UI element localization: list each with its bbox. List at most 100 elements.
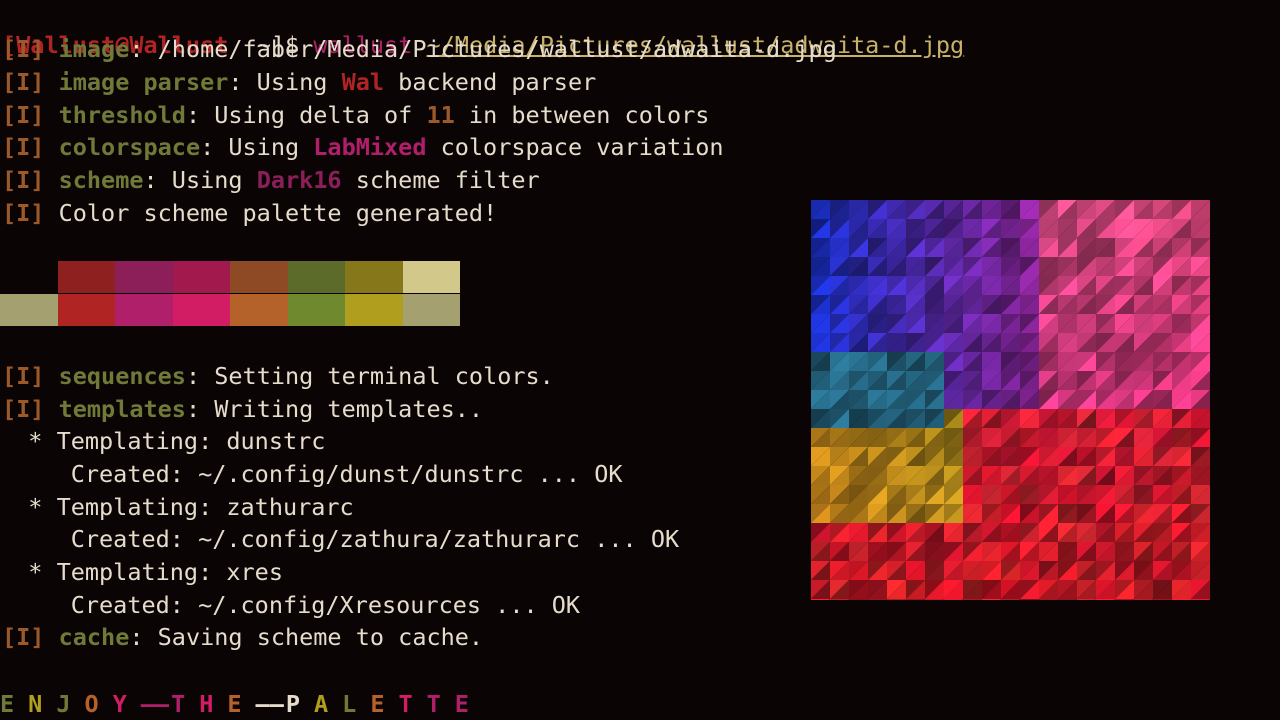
templating-zathurarc: * Templating: zathurarc	[0, 493, 354, 521]
log-line-templates: [I] templates: Writing templates..	[2, 395, 483, 423]
palette-swatch	[345, 261, 403, 293]
log-tag: [I]	[2, 623, 45, 651]
palette-swatch	[115, 261, 173, 293]
log-text: : Writing templates..	[185, 395, 484, 423]
banner-letter: E	[454, 690, 469, 718]
log-text: Color scheme palette generated!	[44, 199, 498, 227]
mosaic-tile	[925, 599, 944, 600]
log-text: : /home/faber/Media/Pictures/wallust/adw…	[129, 35, 837, 63]
log-text: : Saving scheme to cache.	[129, 623, 484, 651]
log-key: scheme	[58, 166, 144, 194]
mosaic-tile	[982, 599, 1001, 600]
palette-top-row	[0, 261, 460, 293]
mosaic-tile	[944, 599, 963, 600]
log-key: image	[58, 35, 130, 63]
log-line-generated: [I] Color scheme palette generated!	[2, 199, 497, 227]
banner-letter: ——	[255, 690, 284, 718]
log-tag: [I]	[2, 101, 45, 129]
palette-swatch	[57, 261, 115, 293]
wallpaper-preview-image	[811, 200, 1210, 600]
log-tag: [I]	[2, 133, 45, 161]
log-line-parser: [I] image parser: Using Wal backend pars…	[2, 68, 596, 96]
banner-letter: N	[28, 690, 43, 718]
mosaic-tile	[963, 599, 982, 600]
banner-letter: ——	[140, 690, 170, 718]
log-key: image parser	[58, 68, 229, 96]
mosaic-tile	[811, 599, 830, 600]
log-tag: [I]	[2, 395, 45, 423]
log-key: cache	[58, 623, 130, 651]
wallpaper-mosaic	[811, 200, 1210, 600]
banner-letter: O	[84, 690, 99, 718]
log-text: colorspace variation	[426, 133, 724, 161]
log-line-scheme: [I] scheme: Using Dark16 scheme filter	[2, 166, 540, 194]
log-highlight: 11	[426, 101, 455, 129]
mosaic-tile	[1039, 599, 1058, 600]
palette-swatch	[172, 294, 230, 326]
banner-letter: A	[314, 690, 329, 718]
mosaic-tile	[1134, 599, 1153, 600]
log-tag: [I]	[2, 166, 45, 194]
log-highlight: Dark16	[256, 166, 342, 194]
banner-letter: L	[342, 690, 357, 718]
palette-swatch	[115, 294, 173, 326]
palette-swatch	[287, 294, 345, 326]
templating-xres: * Templating: xres	[0, 558, 283, 586]
banner-letter: T	[171, 690, 186, 718]
palette-swatch	[230, 261, 288, 293]
palette-swatch	[230, 294, 288, 326]
log-tag: [I]	[2, 199, 45, 227]
log-tag: [I]	[2, 362, 45, 390]
banner-letter: J	[56, 690, 71, 718]
banner-letter: E	[0, 690, 15, 718]
palette-swatch	[402, 261, 460, 293]
log-text: in between colors	[454, 101, 710, 129]
log-text: : Setting terminal colors.	[185, 362, 554, 390]
mosaic-tile	[887, 599, 906, 600]
command-prompt-line[interactable]: [Wallust@Wallust ~]$ wallust ~/Media/Pic…	[2, 3, 964, 59]
banner-letter: Y	[112, 690, 127, 718]
log-key: threshold	[58, 101, 186, 129]
log-key: sequences	[58, 362, 186, 390]
log-tag: [I]	[2, 35, 45, 63]
palette-bottom-row	[0, 294, 460, 326]
mosaic-tile	[1191, 599, 1210, 600]
mosaic-tile	[1115, 599, 1134, 600]
mosaic-tile	[849, 599, 868, 600]
mosaic-tile	[906, 599, 925, 600]
banner-letter: P	[285, 690, 300, 718]
log-text: backend parser	[384, 68, 597, 96]
color-palette	[0, 261, 460, 326]
log-text: scheme filter	[341, 166, 540, 194]
log-text: : Using	[143, 166, 257, 194]
palette-swatch	[57, 294, 115, 326]
log-key: templates	[58, 395, 186, 423]
palette-swatch	[345, 294, 403, 326]
terminal-window[interactable]: { "prompt": { "bracket_open": "[", "user…	[0, 0, 1280, 720]
banner-letter: T	[398, 690, 413, 718]
created-zathurarc: Created: ~/.config/zathura/zathurarc ...…	[0, 525, 680, 553]
mosaic-tile	[1172, 599, 1191, 600]
banner-letter: T	[426, 690, 441, 718]
log-line-cache: [I] cache: Saving scheme to cache.	[2, 623, 483, 651]
palette-swatch	[402, 294, 460, 326]
palette-swatch	[0, 261, 58, 293]
mosaic-tile	[1020, 599, 1039, 600]
mosaic-tile	[1096, 599, 1115, 600]
log-text: : Using	[228, 68, 342, 96]
log-line-sequences: [I] sequences: Setting terminal colors.	[2, 362, 554, 390]
enjoy-the-palette-banner: E N J O Y ——T H E ——P A L E T T E	[0, 690, 483, 718]
banner-letter: H	[199, 690, 214, 718]
log-text: : Using delta of	[185, 101, 427, 129]
templating-dunstrc: * Templating: dunstrc	[0, 427, 326, 455]
mosaic-tile	[868, 599, 887, 600]
log-key: colorspace	[58, 133, 201, 161]
palette-swatch	[172, 261, 230, 293]
palette-swatch	[287, 261, 345, 293]
banner-letter: E	[227, 690, 242, 718]
mosaic-tile	[1077, 599, 1096, 600]
log-line-threshold: [I] threshold: Using delta of 11 in betw…	[2, 101, 709, 129]
log-line-image: [I] image: /home/faber/Media/Pictures/wa…	[2, 35, 837, 63]
mosaic-tile	[830, 599, 849, 600]
log-tag: [I]	[2, 68, 45, 96]
